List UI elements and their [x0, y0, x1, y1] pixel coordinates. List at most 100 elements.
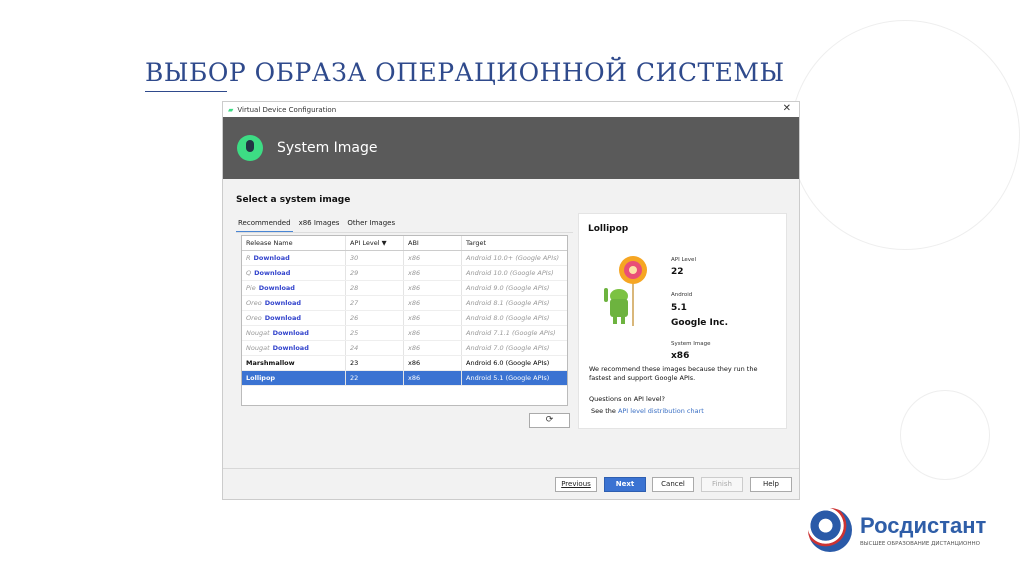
- panel-title: Lollipop: [588, 224, 629, 234]
- lollipop-android-illustration: [604, 256, 647, 326]
- abi-cell: x86: [404, 296, 462, 310]
- next-button[interactable]: Next: [604, 477, 646, 492]
- footer-divider: [223, 468, 799, 469]
- decor-polyhedron: [790, 20, 1020, 250]
- title-underline: [145, 91, 227, 92]
- release-name-cell: Pie Download: [242, 281, 346, 295]
- release-name-cell: Nougat Download: [242, 341, 346, 355]
- section-heading: Select a system image: [236, 195, 351, 205]
- col-target[interactable]: Target: [462, 236, 567, 250]
- target-cell: Android 8.1 (Google APIs): [466, 299, 550, 307]
- help-button[interactable]: Help: [750, 477, 792, 492]
- abi-cell: x86: [404, 281, 462, 295]
- api-level-cell: 26: [346, 311, 404, 325]
- android-label: Android: [671, 292, 693, 298]
- close-icon[interactable]: ✕: [783, 103, 791, 114]
- release-name-cell: Marshmallow: [242, 356, 346, 370]
- api-level-label: API Level: [671, 257, 696, 263]
- previous-button[interactable]: Previous: [555, 477, 597, 492]
- abi-cell: x86: [404, 326, 462, 340]
- table-row[interactable]: Oreo Download 26 x86 Android 8.0 (Google API…: [242, 311, 567, 326]
- release-name: Nougat: [246, 344, 270, 352]
- system-image-table: Release Name API Level ▼ ABI Target R Dow…: [241, 235, 568, 406]
- api-question: Questions on API level?: [589, 395, 665, 403]
- download-link[interactable]: Download: [254, 254, 290, 262]
- brand-name: Росдистант: [860, 513, 987, 538]
- release-name: Nougat: [246, 329, 270, 337]
- table-row[interactable]: Q Download 29 x86 Android 10.0 (Google APIs): [242, 266, 567, 281]
- window-title: Virtual Device Configuration: [237, 105, 337, 114]
- target-cell: Android 8.0 (Google APIs): [466, 314, 550, 322]
- api-chart-line: See the API level distribution chart: [591, 407, 704, 415]
- release-name: Lollipop: [246, 374, 276, 382]
- target-cell: Android 6.0 (Google APIs): [466, 359, 550, 367]
- api-level-cell: 24: [346, 341, 404, 355]
- download-link[interactable]: Download: [254, 269, 290, 277]
- tab-other-images[interactable]: Other Images: [345, 218, 397, 233]
- dialog-header: System Image: [223, 117, 799, 179]
- col-abi[interactable]: ABI: [404, 236, 462, 250]
- api-level-cell: 27: [346, 296, 404, 310]
- tab-recommended[interactable]: Recommended: [236, 218, 293, 233]
- release-name: Marshmallow: [246, 359, 295, 367]
- refresh-button[interactable]: ⟳: [529, 413, 570, 428]
- col-api-level[interactable]: API Level ▼: [346, 236, 404, 250]
- release-name-cell: Oreo Download: [242, 311, 346, 325]
- abi-cell: x86: [404, 341, 462, 355]
- cancel-button[interactable]: Cancel: [652, 477, 694, 492]
- target-cell: Android 7.0 (Google APIs): [466, 344, 550, 352]
- table-row[interactable]: Lollipop 22 x86 Android 5.1 (Google APIs): [242, 371, 567, 386]
- target-cell: Android 5.1 (Google APIs): [466, 374, 550, 382]
- download-link[interactable]: Download: [273, 344, 309, 352]
- see-text: See the: [591, 407, 618, 415]
- finish-button: Finish: [701, 477, 743, 492]
- abi-cell: x86: [404, 266, 462, 280]
- target-cell: Android 10.0+ (Google APIs): [466, 254, 560, 262]
- android-studio-logo-icon: [237, 135, 263, 161]
- header-title: System Image: [277, 140, 378, 156]
- api-level-cell: 30: [346, 251, 404, 265]
- abi-cell: x86: [404, 356, 462, 370]
- abi-cell: x86: [404, 251, 462, 265]
- release-name: Oreo: [246, 314, 262, 322]
- api-distribution-link[interactable]: API level distribution chart: [618, 407, 704, 415]
- recommend-text: We recommend these images because they r…: [589, 365, 758, 382]
- abi-cell: x86: [404, 311, 462, 325]
- rosdistant-brand: Росдистант ВЫСШЕЕ ОБРАЗОВАНИЕ ДИСТАНЦИОН…: [808, 508, 986, 552]
- release-name: Q: [246, 269, 252, 277]
- download-link[interactable]: Download: [273, 329, 309, 337]
- api-level-cell: 29: [346, 266, 404, 280]
- system-image-label: System Image: [671, 341, 711, 347]
- table-row[interactable]: Pie Download 28 x86 Android 9.0 (Google APIs…: [242, 281, 567, 296]
- target-cell: Android 9.0 (Google APIs): [466, 284, 550, 292]
- vendor: Google Inc.: [671, 318, 729, 328]
- release-name-cell: Oreo Download: [242, 296, 346, 310]
- release-name-cell: Q Download: [242, 266, 346, 280]
- rosdistant-logo-icon: [808, 508, 852, 552]
- download-link[interactable]: Download: [259, 284, 295, 292]
- release-name-cell: Nougat Download: [242, 326, 346, 340]
- slide-title: ВЫБОР ОБРАЗА ОПЕРАЦИОННОЙ СИСТЕМЫ: [145, 58, 785, 87]
- release-name: R: [246, 254, 251, 262]
- table-row[interactable]: Nougat Download 25 x86 Android 7.1.1 (Google…: [242, 326, 567, 341]
- download-link[interactable]: Download: [265, 299, 301, 307]
- tab-x86-images[interactable]: x86 Images: [297, 218, 342, 233]
- table-row[interactable]: R Download 30 x86 Android 10.0+ (Google APIs…: [242, 251, 567, 266]
- android-version: 5.1: [671, 303, 687, 313]
- api-level-cell: 28: [346, 281, 404, 295]
- col-release-name[interactable]: Release Name: [242, 236, 346, 250]
- release-name-cell: Lollipop: [242, 371, 346, 385]
- virtual-device-dialog: ▰ Virtual Device Configuration ✕ System …: [222, 101, 800, 500]
- target-cell: Android 10.0 (Google APIs): [466, 269, 554, 277]
- table-row[interactable]: Oreo Download 27 x86 Android 8.1 (Google API…: [242, 296, 567, 311]
- android-icon: ▰: [228, 105, 234, 114]
- download-link[interactable]: Download: [265, 314, 301, 322]
- table-header: Release Name API Level ▼ ABI Target: [242, 236, 567, 251]
- table-row[interactable]: Marshmallow 23 x86 Android 6.0 (Google APIs…: [242, 356, 567, 371]
- table-row[interactable]: Nougat Download 24 x86 Android 7.0 (Google A…: [242, 341, 567, 356]
- image-details-panel: Lollipop API Level 22 Android 5.1 Google…: [578, 213, 787, 429]
- tab-divider: [236, 232, 573, 233]
- release-name: Oreo: [246, 299, 262, 307]
- image-tabs: Recommended x86 Images Other Images: [236, 218, 397, 233]
- api-level-cell: 23: [346, 356, 404, 370]
